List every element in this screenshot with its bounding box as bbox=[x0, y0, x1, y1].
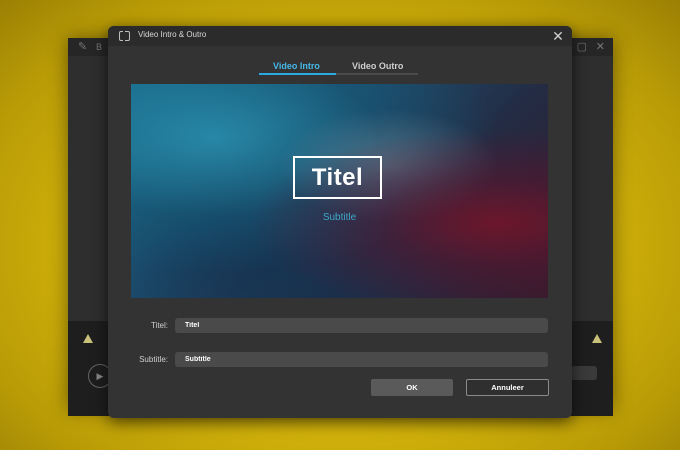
film-icon bbox=[119, 31, 130, 41]
close-icon[interactable]: ✕ bbox=[550, 26, 566, 46]
pen-icon: ✎ bbox=[78, 41, 88, 53]
tab-video-intro[interactable]: Video Intro bbox=[273, 61, 320, 71]
tab-video-outro[interactable]: Video Outro bbox=[352, 61, 403, 71]
ok-button[interactable]: OK bbox=[371, 379, 453, 396]
background-close-icon: ✕ bbox=[595, 41, 605, 53]
timeline-marker-right bbox=[592, 334, 602, 343]
dialog-titlebar: Video Intro & Outro ✕ bbox=[108, 26, 572, 46]
title-field-label: Titel: bbox=[150, 321, 168, 330]
video-preview: Titel Subtitle bbox=[131, 84, 548, 298]
background-letter-icon: B bbox=[96, 42, 103, 52]
preview-subtitle: Subtitle bbox=[322, 212, 357, 223]
subtitle-field-label: Subtitle: bbox=[139, 355, 168, 364]
restore-icon: ▢ bbox=[576, 41, 587, 53]
preview-title: Titel bbox=[293, 156, 382, 199]
tab-divider-line bbox=[336, 73, 418, 75]
active-tab-indicator bbox=[259, 73, 336, 75]
video-intro-outro-dialog: Video Intro & Outro ✕ Video Intro Video … bbox=[108, 26, 572, 418]
subtitle-input[interactable] bbox=[175, 352, 548, 367]
dialog-title: Video Intro & Outro bbox=[138, 30, 207, 39]
cancel-button[interactable]: Annuleer bbox=[466, 379, 549, 396]
title-input[interactable] bbox=[175, 318, 548, 333]
background-control bbox=[571, 366, 597, 380]
timeline-marker-left bbox=[83, 334, 93, 343]
